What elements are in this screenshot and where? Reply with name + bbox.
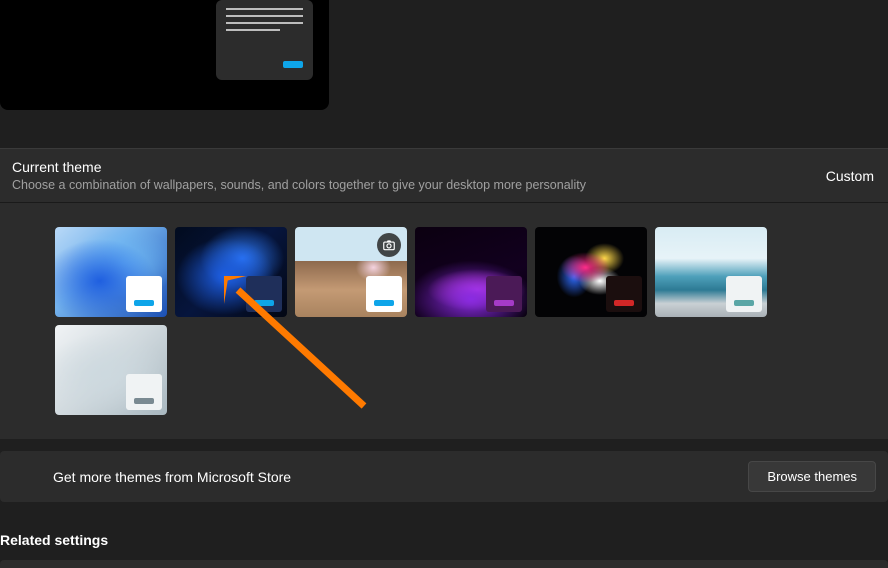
preview-line xyxy=(226,22,303,24)
store-label: Get more themes from Microsoft Store xyxy=(53,469,291,485)
current-theme-title: Current theme xyxy=(12,159,586,175)
current-theme-row[interactable]: Current theme Choose a combination of wa… xyxy=(0,148,888,203)
accent-swatch xyxy=(126,374,162,410)
accent-swatch xyxy=(726,276,762,312)
theme-thumb-captured-motion[interactable] xyxy=(535,227,647,317)
preview-window xyxy=(216,0,313,80)
accent-bar xyxy=(734,300,754,306)
related-setting-row[interactable] xyxy=(0,560,888,568)
theme-thumb-glow[interactable] xyxy=(415,227,527,317)
accent-bar xyxy=(134,300,154,306)
camera-icon xyxy=(377,233,401,257)
accent-swatch xyxy=(126,276,162,312)
theme-thumb-windows-spotlight[interactable] xyxy=(295,227,407,317)
theme-thumb-flow[interactable] xyxy=(55,325,167,415)
theme-thumb-sunrise[interactable] xyxy=(655,227,767,317)
related-settings-heading: Related settings xyxy=(0,532,888,548)
browse-themes-button[interactable]: Browse themes xyxy=(748,461,876,492)
theme-thumb-windows-light[interactable] xyxy=(55,227,167,317)
accent-swatch xyxy=(246,276,282,312)
accent-bar xyxy=(494,300,514,306)
accent-bar xyxy=(134,398,154,404)
current-theme-value: Custom xyxy=(826,168,874,184)
preview-line xyxy=(226,8,303,10)
current-theme-text: Current theme Choose a combination of wa… xyxy=(12,159,586,192)
preview-line xyxy=(226,29,280,31)
accent-bar xyxy=(614,300,634,306)
theme-thumb-windows-dark[interactable] xyxy=(175,227,287,317)
theme-area xyxy=(0,203,888,439)
accent-bar xyxy=(374,300,394,306)
preview-line xyxy=(226,15,303,17)
desktop-preview xyxy=(0,0,329,110)
preview-accent-pill xyxy=(283,61,303,68)
accent-swatch xyxy=(366,276,402,312)
store-row: Get more themes from Microsoft Store Bro… xyxy=(0,451,888,502)
theme-grid xyxy=(55,227,815,415)
current-theme-subtitle: Choose a combination of wallpapers, soun… xyxy=(12,178,586,192)
accent-swatch xyxy=(486,276,522,312)
accent-swatch xyxy=(606,276,642,312)
accent-bar xyxy=(254,300,274,306)
